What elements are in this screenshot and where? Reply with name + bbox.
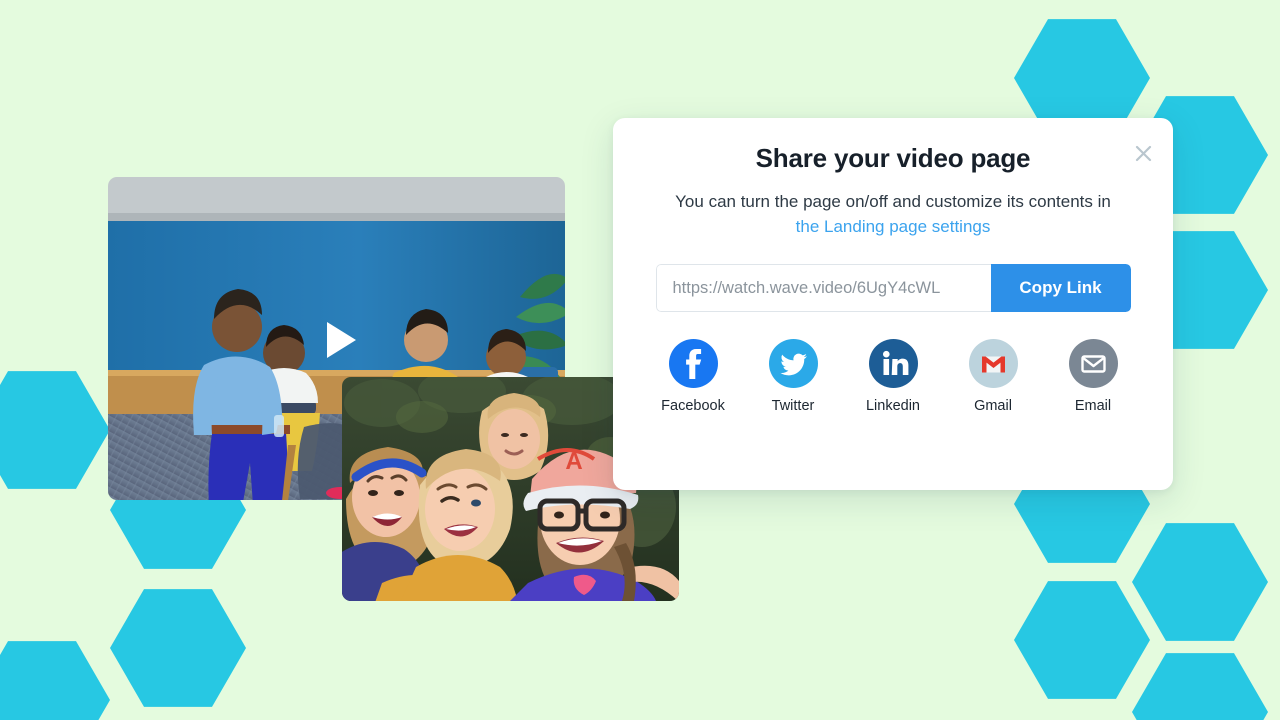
share-link-row: Copy Link xyxy=(655,264,1131,312)
share-target-gmail[interactable]: Gmail xyxy=(963,339,1023,414)
share-target-facebook[interactable]: Facebook xyxy=(661,339,725,414)
share-target-label: Facebook xyxy=(661,398,725,414)
close-button[interactable] xyxy=(1132,142,1154,164)
share-target-linkedin[interactable]: Linkedin xyxy=(863,339,923,414)
hexagon xyxy=(1132,653,1268,720)
play-button[interactable] xyxy=(311,313,365,367)
email-icon xyxy=(1068,339,1118,388)
copy-link-button[interactable]: Copy Link xyxy=(990,264,1131,312)
twitter-icon xyxy=(768,339,818,388)
linkedin-icon xyxy=(868,339,918,388)
share-target-label: Gmail xyxy=(974,398,1012,414)
share-target-email[interactable]: Email xyxy=(1063,339,1123,414)
facebook-icon xyxy=(668,339,718,388)
svg-text:A: A xyxy=(565,448,582,475)
play-icon xyxy=(327,322,356,358)
share-target-label: Email xyxy=(1074,398,1112,414)
modal-subtitle: You can turn the page on/off and customi… xyxy=(613,174,1173,239)
share-url-input[interactable] xyxy=(655,264,991,312)
share-target-label: Twitter xyxy=(771,398,815,414)
share-target-twitter[interactable]: Twitter xyxy=(763,339,823,414)
hexagon xyxy=(110,589,246,707)
close-icon xyxy=(1135,145,1151,161)
page-title: Share your video page xyxy=(755,143,1031,173)
hexagon xyxy=(0,371,110,489)
gmail-icon xyxy=(968,339,1018,388)
hexagon xyxy=(0,641,110,720)
landing-page-settings-link[interactable]: the Landing page settings xyxy=(613,214,1173,239)
hexagon xyxy=(1014,581,1150,699)
share-target-label: Linkedin xyxy=(865,398,920,414)
hexagon xyxy=(1132,523,1268,641)
share-targets-row: Facebook Twitter Linkedin Gmail Email xyxy=(613,339,1173,414)
share-video-page-modal: Share your video page You can turn the p… xyxy=(613,118,1173,490)
modal-subtitle-text: You can turn the page on/off and customi… xyxy=(675,192,1111,211)
